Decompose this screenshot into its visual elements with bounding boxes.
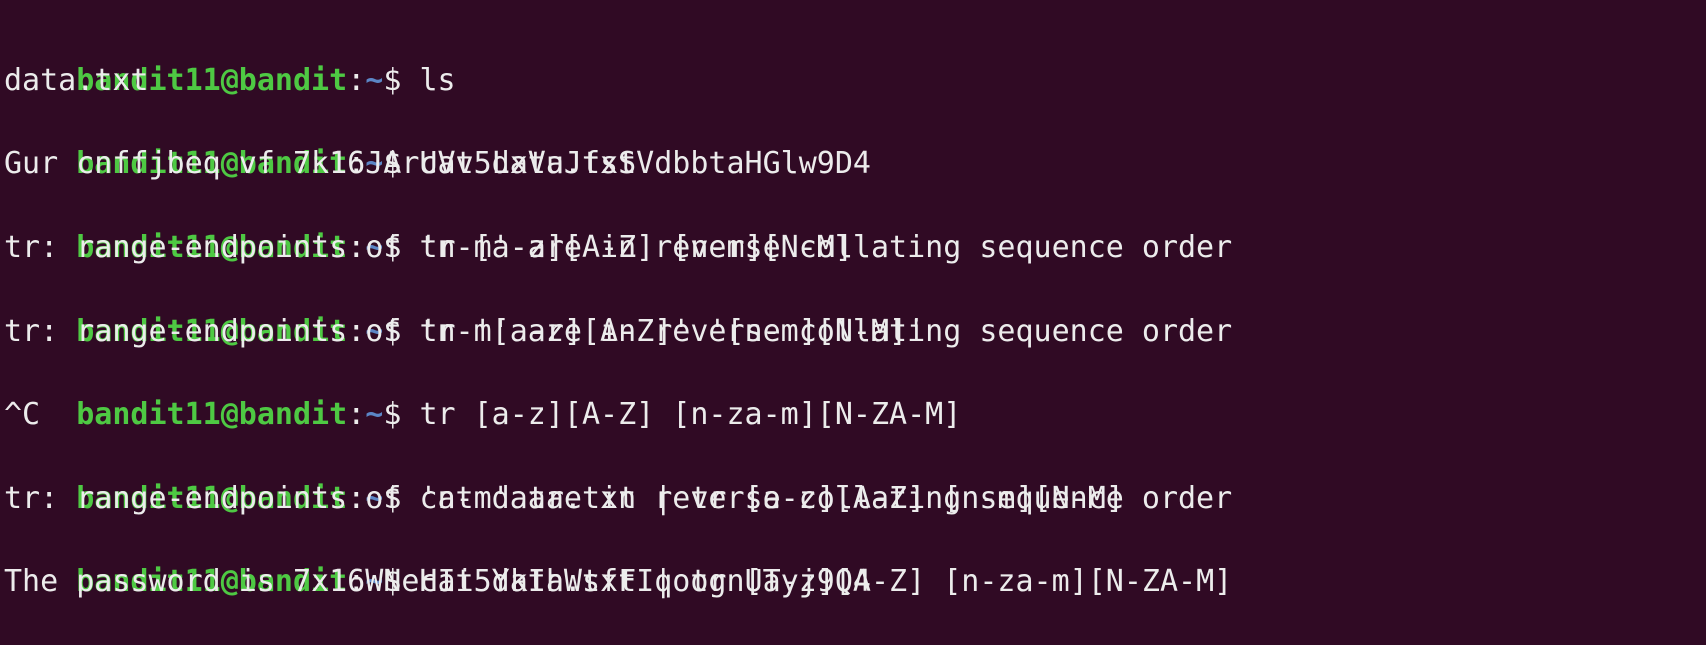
output-line: Gur cnffjbeq vf 7k16JArUVv5LxVuJfsSVdbbt… bbox=[4, 146, 871, 182]
command-text: tr [a-z][A-Z] [n-za-m][N-ZA-M] bbox=[419, 397, 962, 433]
prompt-user-host: bandit11@bandit bbox=[76, 397, 348, 433]
output-line: tr: range-endpoints of 'n-m' are in reve… bbox=[4, 313, 1233, 349]
output-line: tr: range-endpoints of 'n-m' are in reve… bbox=[4, 229, 1233, 265]
command-line: bandit11@bandit:~$ tr [a-z][A-Z] [n-m][N… bbox=[4, 185, 1706, 265]
command-line: bandit11@bandit:~$ tr '[a-z][A-Z]' '[n-m… bbox=[4, 269, 1706, 349]
output-line: The password is 7x16WNeHIi5YkIhWsfFIqoog… bbox=[4, 564, 871, 600]
terminal-window[interactable]: bandit11@bandit:~$ ls data.txt bandit11@… bbox=[0, 0, 1706, 606]
prompt-symbol: $ bbox=[383, 397, 420, 433]
command-line: bandit11@bandit:~$ cat data.txt | tr [a-… bbox=[4, 436, 1706, 516]
command-line: bandit11@bandit:~$ cat data.txt bbox=[4, 102, 1706, 181]
command-line: bandit11@bandit:~$ tr [a-z][A-Z] [n-za-m… bbox=[4, 352, 1706, 432]
prompt-colon: : bbox=[347, 397, 366, 433]
output-line: tr: range-endpoints of 'n-m' are in reve… bbox=[4, 480, 1233, 516]
prompt-path: ~ bbox=[365, 62, 384, 98]
prompt-path: ~ bbox=[365, 397, 384, 433]
command-line: bandit11@bandit:~$ ls bbox=[4, 18, 1706, 98]
command-line: bandit11@bandit:~$ cat data.txt | tr [a-… bbox=[4, 520, 1706, 599]
command-text: ls bbox=[419, 62, 456, 98]
prompt-colon: : bbox=[347, 62, 366, 98]
prompt-symbol: $ bbox=[383, 62, 420, 98]
